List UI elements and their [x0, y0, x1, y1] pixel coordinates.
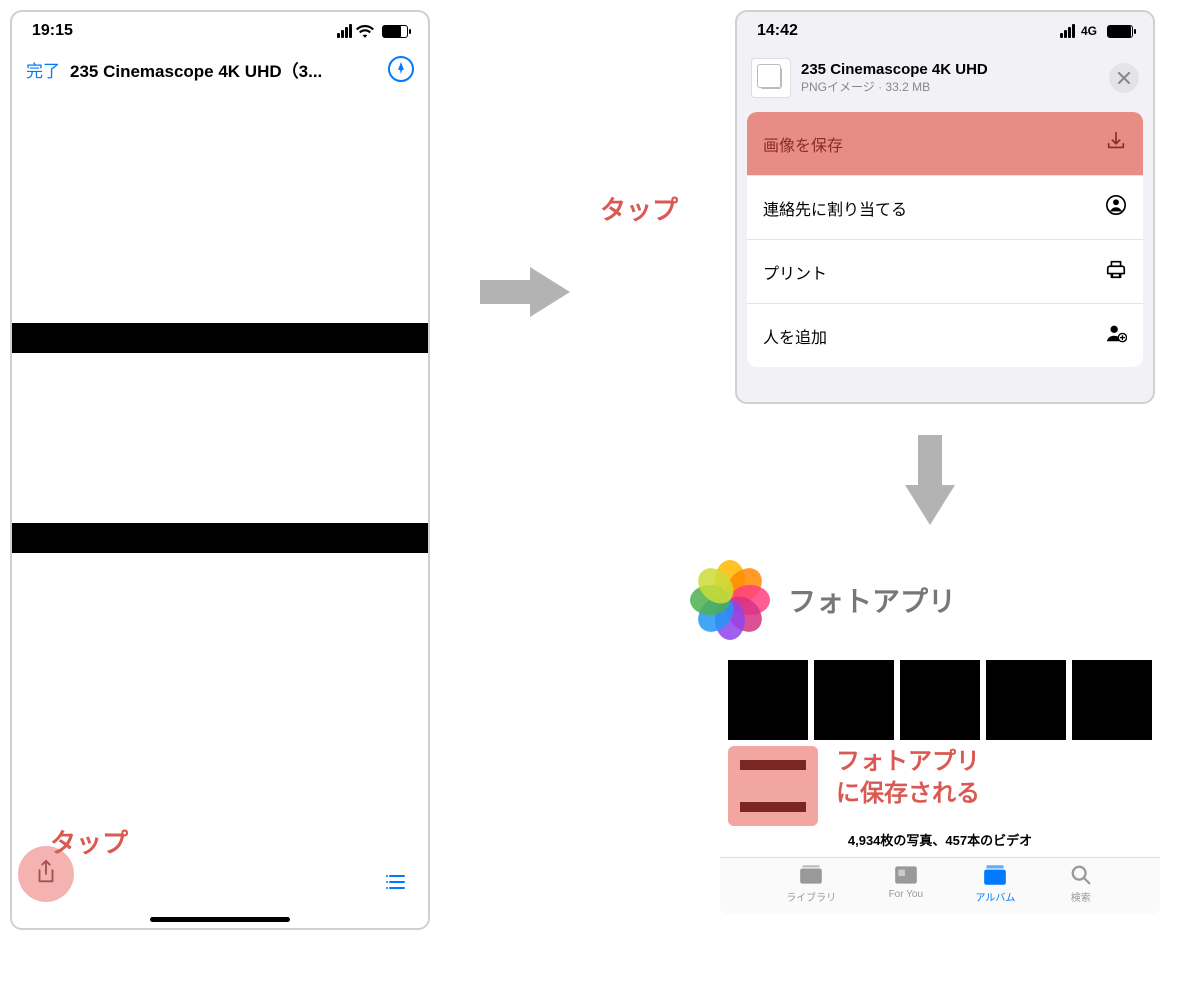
network-label: 4G	[1081, 24, 1097, 38]
foryou-icon	[893, 864, 919, 886]
nav-bar: 完了 235 Cinemascope 4K UHD（3...	[12, 46, 428, 93]
arrow-down-icon	[900, 435, 960, 525]
action-label: プリント	[763, 260, 827, 284]
clock: 19:15	[32, 22, 73, 40]
preview-content	[12, 93, 428, 833]
person-circle-icon	[1105, 194, 1127, 221]
search-icon	[1068, 864, 1094, 886]
tab-album[interactable]: アルバム	[975, 864, 1015, 904]
battery-icon	[1107, 25, 1133, 38]
assign-contact-action[interactable]: 連絡先に割り当てる	[747, 176, 1143, 240]
action-label: 連絡先に割り当てる	[763, 196, 907, 220]
bottom-toolbar	[12, 859, 428, 910]
signal-icon	[1060, 24, 1075, 38]
photo-thumb[interactable]	[986, 660, 1066, 740]
action-list: 画像を保存 連絡先に割り当てる プリント 人を追加	[737, 112, 1153, 367]
tab-label: アルバム	[975, 889, 1015, 904]
close-button[interactable]	[1109, 63, 1139, 93]
share-file-name: 235 Cinemascope 4K UHD	[801, 61, 1099, 78]
tab-library[interactable]: ライブラリ	[786, 864, 836, 904]
photos-title: フォトアプリ	[788, 580, 956, 620]
person-add-icon	[1105, 322, 1127, 349]
tap-annotation: タップ	[50, 823, 128, 860]
tab-label: For You	[889, 889, 923, 900]
tap-annotation: タップ	[600, 190, 678, 227]
add-person-action[interactable]: 人を追加	[747, 304, 1143, 367]
tab-bar: ライブラリ For You アルバム 検索	[720, 857, 1160, 914]
library-icon	[798, 864, 824, 886]
share-sheet: 14:42 4G 235 Cinemascope 4K UHD PNGイメージ …	[735, 10, 1155, 404]
printer-icon	[1105, 258, 1127, 285]
saved-annotation: フォトアプリに保存される	[836, 746, 980, 811]
wifi-icon	[356, 24, 374, 38]
photo-thumb[interactable]	[814, 660, 894, 740]
battery-icon	[382, 25, 408, 38]
clock: 14:42	[757, 22, 798, 40]
thumbnail-row	[680, 660, 1160, 740]
action-label: 人を追加	[763, 324, 827, 348]
cinemascope-bar	[12, 323, 428, 353]
share-file-meta: PNGイメージ · 33.2 MB	[801, 78, 1099, 95]
save-image-action[interactable]: 画像を保存	[747, 112, 1143, 176]
print-action[interactable]: プリント	[747, 240, 1143, 304]
photo-thumb[interactable]	[1072, 660, 1152, 740]
action-label: 画像を保存	[763, 132, 843, 156]
photo-thumb[interactable]	[900, 660, 980, 740]
share-icon[interactable]	[34, 859, 58, 890]
tab-label: 検索	[1071, 889, 1091, 904]
photos-app-icon	[690, 560, 770, 640]
cinemascope-bar	[12, 523, 428, 553]
tab-foryou[interactable]: For You	[889, 864, 923, 904]
signal-icon	[337, 24, 352, 38]
photos-app-section: フォトアプリ フォトアプリに保存される 4,934枚の写真、457本のビデオ ラ…	[680, 560, 1160, 914]
photo-thumb[interactable]	[728, 660, 808, 740]
album-icon	[982, 864, 1008, 886]
done-button[interactable]: 完了	[26, 57, 60, 82]
markup-icon[interactable]	[388, 56, 414, 82]
list-icon[interactable]	[384, 869, 408, 900]
download-icon	[1105, 130, 1127, 157]
status-bar: 14:42 4G	[737, 12, 1153, 46]
tab-search[interactable]: 検索	[1068, 864, 1094, 904]
file-title: 235 Cinemascope 4K UHD（3...	[70, 57, 378, 82]
arrow-right-icon	[480, 262, 570, 322]
preview-phone: 19:15 完了 235 Cinemascope 4K UHD（3...	[10, 10, 430, 930]
status-bar: 19:15	[12, 12, 428, 46]
close-icon	[1118, 72, 1130, 84]
photo-count: 4,934枚の写真、457本のビデオ	[720, 830, 1160, 849]
saved-highlight	[728, 746, 818, 826]
home-indicator	[150, 917, 290, 922]
file-thumb-icon	[751, 58, 791, 98]
share-header: 235 Cinemascope 4K UHD PNGイメージ · 33.2 MB	[737, 46, 1153, 112]
tab-label: ライブラリ	[786, 889, 836, 904]
